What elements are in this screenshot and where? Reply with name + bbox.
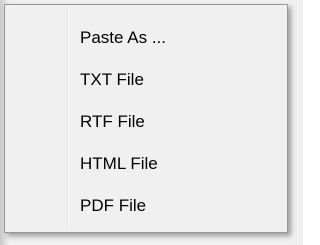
menu-item-rtf-file[interactable]: RTF File [5,108,287,150]
menu-items: Paste As ... TXT File RTF File HTML File… [5,24,287,234]
menu-item-txt-file[interactable]: TXT File [5,66,287,108]
menu-item-label: HTML File [80,154,158,173]
menu-item-html-file[interactable]: HTML File [5,150,287,192]
context-menu: Paste As ... TXT File RTF File HTML File… [4,4,288,233]
menu-item-label: PDF File [80,196,147,215]
menu-item-label: RTF File [80,112,145,131]
menu-item-paste-as[interactable]: Paste As ... [5,24,287,66]
menu-item-label: TXT File [80,70,144,89]
menu-backdrop: Paste As ... TXT File RTF File HTML File… [0,0,303,245]
menu-item-label: Paste As ... [80,28,166,47]
menu-item-pdf-file[interactable]: PDF File [5,192,287,234]
